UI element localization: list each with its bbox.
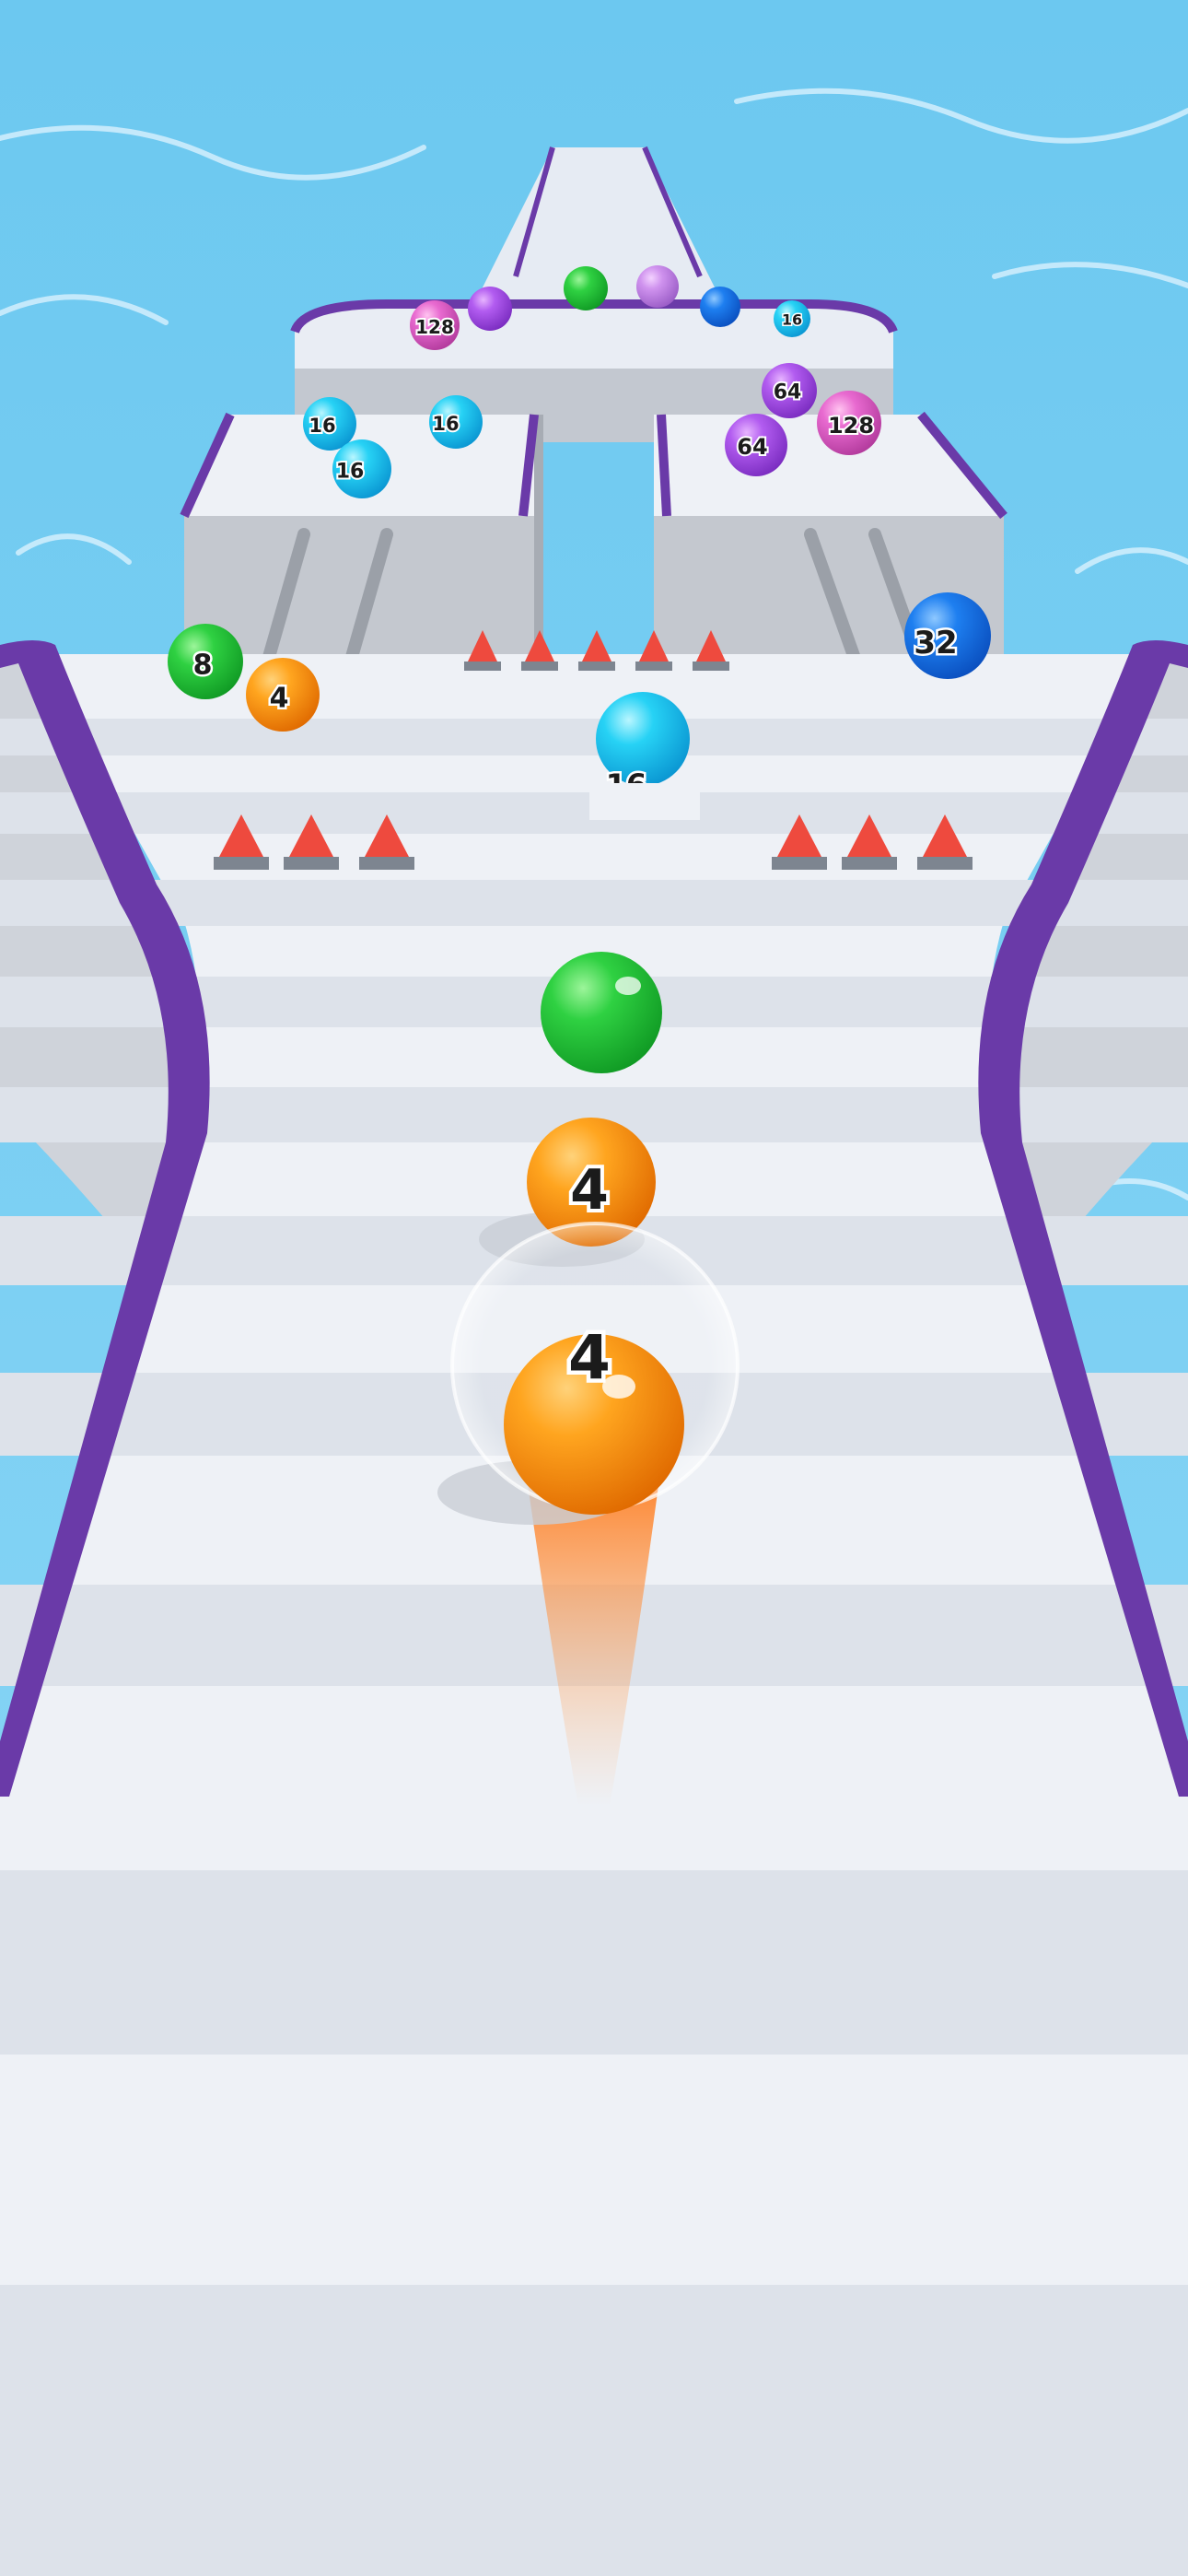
- svg-text:16: 16: [309, 415, 335, 437]
- svg-text:16: 16: [782, 311, 802, 329]
- far-ball-green: [564, 266, 608, 310]
- far-ball-blue: [700, 287, 740, 327]
- svg-text:128: 128: [828, 413, 874, 439]
- spike-row-near-right: [772, 814, 973, 870]
- spike-row-near-left: [214, 814, 414, 870]
- ball-64-b: 64: [725, 414, 787, 476]
- far-ball-lilac: [636, 265, 679, 308]
- ball-16-b: 16: [429, 395, 483, 449]
- svg-text:4: 4: [570, 1158, 609, 1223]
- queue-ball-green: [541, 952, 662, 1073]
- ball-8: 8: [168, 624, 243, 699]
- ball-16-c: 16: [332, 439, 391, 498]
- svg-text:128: 128: [415, 316, 454, 338]
- far-ball-128: 128: [410, 300, 460, 350]
- svg-text:4: 4: [568, 1323, 611, 1394]
- ball-128: 128: [817, 391, 881, 455]
- svg-text:64: 64: [774, 381, 802, 404]
- ball-4-small: 4: [246, 658, 320, 732]
- svg-text:8: 8: [193, 650, 213, 682]
- ball-64-a: 64: [762, 363, 817, 418]
- svg-text:16: 16: [336, 461, 365, 484]
- svg-text:64: 64: [737, 434, 767, 460]
- game-scene: 128 16 16 16 16 64 128 64 8 4 32 16 4 4: [0, 0, 1188, 2576]
- svg-text:16: 16: [432, 413, 459, 435]
- ball-32: 32: [904, 592, 991, 679]
- far-ball-16: 16: [774, 300, 810, 337]
- far-ball-purple: [468, 287, 512, 331]
- ball-16-a: 16: [303, 397, 356, 451]
- svg-text:32: 32: [914, 625, 957, 662]
- svg-text:4: 4: [270, 683, 289, 715]
